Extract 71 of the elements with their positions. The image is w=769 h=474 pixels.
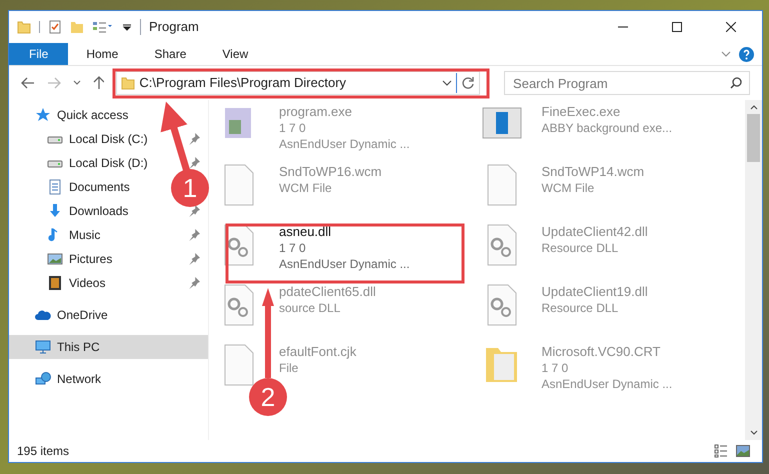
search-icon bbox=[730, 77, 742, 89]
picture-icon bbox=[47, 251, 63, 267]
ribbon-tab[interactable]: View bbox=[204, 43, 266, 65]
pin-icon[interactable] bbox=[188, 133, 200, 145]
file-detail: WCM File bbox=[542, 180, 596, 196]
dropdown-icon[interactable] bbox=[122, 22, 132, 32]
sidebar-item[interactable]: Network bbox=[57, 370, 102, 388]
address-field[interactable]: C:\Program Files\Program Directory bbox=[116, 71, 480, 95]
sidebar-item[interactable]: This PC bbox=[9, 335, 208, 359]
step-number-badge: 2 bbox=[249, 378, 287, 416]
sidebar-item[interactable]: Music bbox=[69, 226, 100, 244]
scroll-down-icon[interactable] bbox=[750, 430, 758, 435]
close-icon bbox=[726, 22, 736, 32]
folder-icon[interactable] bbox=[17, 20, 31, 34]
item-count: 195 items bbox=[17, 443, 70, 460]
minimize-icon bbox=[618, 26, 628, 28]
file-detail: WCM File bbox=[279, 180, 333, 196]
refresh-icon[interactable] bbox=[461, 76, 476, 90]
maximize-icon bbox=[672, 22, 682, 32]
file-detail: source DLL bbox=[279, 300, 342, 316]
sidebar-item[interactable]: OneDrive bbox=[57, 306, 108, 324]
file-detail: ABBY background exe... bbox=[542, 120, 672, 136]
pin-icon[interactable] bbox=[188, 205, 200, 217]
file-detail: AsnEndUser Dynamic ... bbox=[279, 256, 410, 272]
star-icon bbox=[35, 107, 51, 123]
file-detail: Resource DLL bbox=[542, 240, 620, 256]
recent-locations-icon[interactable] bbox=[72, 80, 81, 86]
address-path: C:\Program Files\Program Directory bbox=[139, 74, 346, 92]
pin-icon[interactable] bbox=[188, 157, 200, 169]
step-number-badge: 1 bbox=[171, 169, 209, 207]
scrollbar[interactable] bbox=[745, 100, 762, 440]
file-detail: File bbox=[279, 360, 300, 376]
file-detail: 1 7 0 bbox=[542, 360, 570, 376]
sidebar-item[interactable]: Local Disk (D:) bbox=[69, 154, 148, 172]
ribbon-tab[interactable]: File bbox=[9, 43, 68, 65]
file-detail: AsnEndUser Dynamic ... bbox=[542, 376, 672, 392]
file-detail: AsnEndUser Dynamic ... bbox=[279, 136, 410, 152]
search-field[interactable]: Search Program bbox=[504, 71, 750, 95]
globe-icon bbox=[35, 371, 51, 387]
pin-icon[interactable] bbox=[188, 253, 200, 265]
window-title: Program bbox=[149, 18, 199, 36]
monitor-icon bbox=[35, 339, 51, 355]
file-detail: 1 7 0 bbox=[279, 120, 307, 136]
details-view-icon[interactable] bbox=[714, 444, 728, 458]
file-detail: 1 7 0 bbox=[279, 240, 307, 256]
file-name[interactable]: asneu.dll bbox=[279, 224, 410, 240]
down-arrow-icon bbox=[47, 203, 63, 219]
expand-ribbon-icon[interactable] bbox=[721, 51, 731, 57]
scrollbar-thumb[interactable] bbox=[747, 114, 760, 162]
dropdown-icon[interactable] bbox=[442, 80, 452, 86]
sidebar-item[interactable]: Pictures bbox=[69, 250, 112, 268]
ribbon-tab[interactable]: Home bbox=[68, 43, 136, 65]
ribbon-tab[interactable]: Share bbox=[136, 43, 204, 65]
sidebar-item[interactable]: Downloads bbox=[69, 202, 128, 220]
scroll-up-icon[interactable] bbox=[750, 105, 758, 110]
film-icon bbox=[47, 275, 63, 291]
sidebar-item[interactable]: Quick access bbox=[57, 106, 128, 124]
back-arrow-icon[interactable] bbox=[21, 77, 35, 89]
sidebar-item[interactable]: Documents bbox=[69, 178, 130, 196]
view-options-icon[interactable] bbox=[92, 20, 114, 34]
folder-icon bbox=[121, 76, 136, 90]
document-icon bbox=[47, 179, 63, 195]
large-icons-view-icon[interactable] bbox=[736, 445, 750, 457]
file-detail: Resource DLL bbox=[542, 300, 620, 316]
sidebar-item[interactable]: Local Disk (C:) bbox=[69, 130, 148, 148]
properties-icon[interactable] bbox=[48, 20, 62, 34]
up-arrow-icon[interactable] bbox=[92, 76, 104, 90]
sidebar-item[interactable]: Videos bbox=[69, 274, 106, 292]
pin-icon[interactable] bbox=[188, 229, 200, 241]
pin-icon[interactable] bbox=[188, 277, 200, 289]
help-icon[interactable] bbox=[739, 46, 754, 62]
